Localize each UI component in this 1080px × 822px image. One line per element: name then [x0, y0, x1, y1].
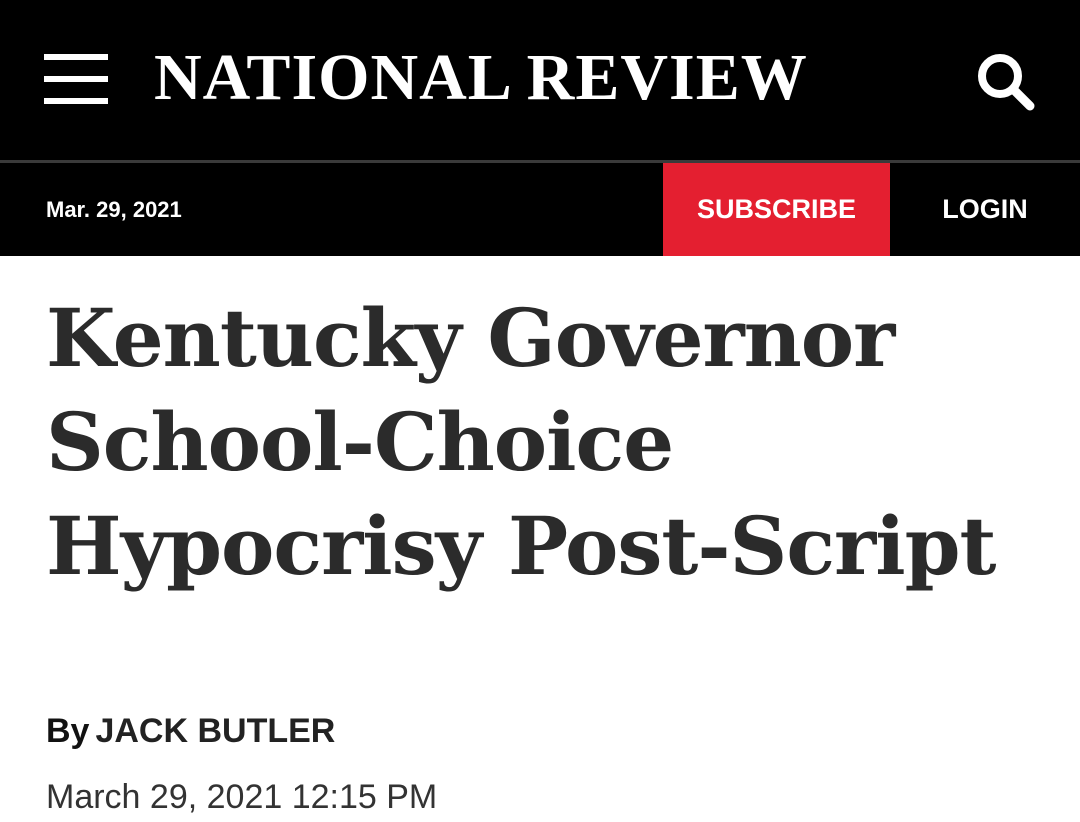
- current-date: Mar. 29, 2021: [46, 197, 182, 222]
- sub-header-bar: Mar. 29, 2021 SUBSCRIBE LOGIN: [0, 163, 1080, 256]
- author-link[interactable]: JACK BUTLER: [95, 712, 335, 750]
- search-icon[interactable]: [970, 46, 1040, 116]
- article-timestamp: March 29, 2021 12:15 PM: [46, 778, 438, 816]
- article-byline: By JACK BUTLER: [46, 708, 335, 754]
- article-headline: Kentucky Governor School-Choice Hypocris…: [46, 291, 996, 593]
- menu-line: [44, 76, 108, 82]
- login-button[interactable]: LOGIN: [890, 163, 1080, 256]
- menu-line: [44, 98, 108, 104]
- page: NATIONAL REVIEW Mar. 29, 2021 SUBSCRIBE …: [0, 0, 1080, 822]
- site-logo[interactable]: NATIONAL REVIEW: [154, 38, 814, 118]
- byline-prefix: By: [46, 712, 90, 750]
- menu-line: [44, 54, 108, 60]
- top-header-bar: NATIONAL REVIEW: [0, 0, 1080, 160]
- subscribe-button[interactable]: SUBSCRIBE: [663, 163, 890, 256]
- hamburger-menu-icon[interactable]: [44, 52, 108, 108]
